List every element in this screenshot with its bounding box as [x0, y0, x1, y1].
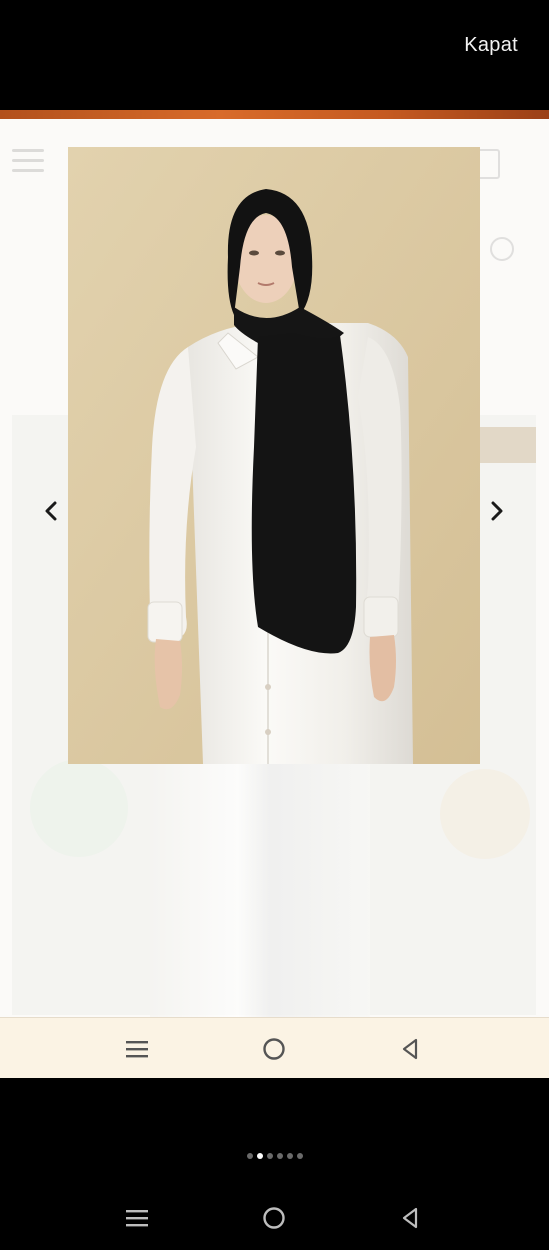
background-lamp-icon	[440, 769, 530, 859]
back-triangle-icon	[402, 1207, 418, 1229]
overlay-top-bar: Kapat	[0, 0, 549, 110]
chevron-left-icon	[45, 501, 57, 521]
pagination-dot[interactable]	[296, 1153, 303, 1159]
menu-button[interactable]	[124, 1036, 150, 1062]
back-button[interactable]	[397, 1036, 423, 1062]
background-search-icon	[490, 237, 514, 261]
pagination-dot[interactable]	[286, 1153, 293, 1159]
close-button[interactable]: Kapat	[464, 34, 518, 57]
home-circle-icon	[263, 1038, 285, 1060]
inner-navigation-bar	[0, 1017, 549, 1078]
pagination-dot[interactable]	[246, 1153, 253, 1159]
home-button[interactable]	[261, 1036, 287, 1062]
background-menu-icon	[12, 149, 44, 173]
pagination-dot-active[interactable]	[256, 1153, 263, 1159]
menu-icon	[126, 1041, 148, 1058]
pagination-dot[interactable]	[276, 1153, 283, 1159]
previous-image-button[interactable]	[38, 498, 64, 524]
back-triangle-icon	[402, 1038, 418, 1060]
home-circle-icon	[263, 1207, 285, 1229]
product-photo	[68, 147, 480, 764]
chevron-right-icon	[491, 501, 503, 521]
model-illustration	[68, 147, 480, 764]
pagination-dot[interactable]	[266, 1153, 273, 1159]
header-accent-strip	[0, 110, 549, 119]
background-product-image	[150, 759, 370, 1017]
system-home-button[interactable]	[261, 1205, 287, 1231]
system-menu-button[interactable]	[124, 1205, 150, 1231]
system-back-button[interactable]	[397, 1205, 423, 1231]
next-image-button[interactable]	[484, 498, 510, 524]
gallery-pagination	[0, 1153, 549, 1163]
menu-icon	[126, 1210, 148, 1227]
background-whatsapp-icon	[30, 759, 128, 857]
